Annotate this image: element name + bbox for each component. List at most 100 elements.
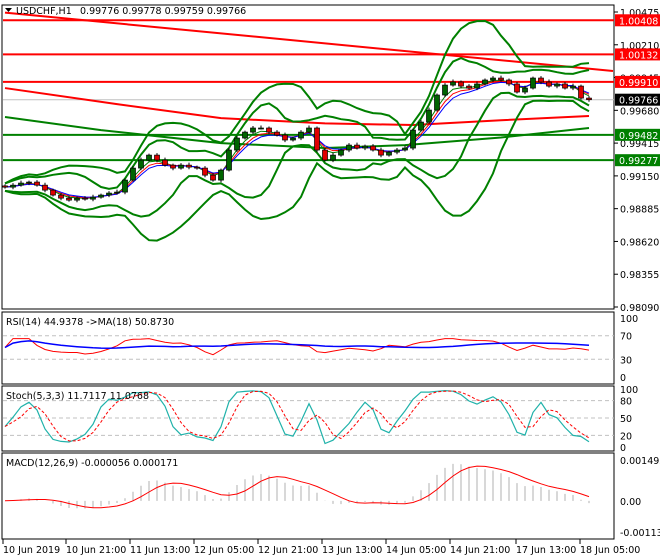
support-price-label: 0.99277 [619,156,658,167]
candle-body [306,127,312,133]
candle-body [122,179,128,193]
time-label: 12 Jun 21:00 [258,545,318,556]
rsi-tick-label: 30 [620,355,632,366]
candle-body [538,77,544,83]
time-label: 14 Jun 05:00 [386,545,446,556]
candle-body [402,147,408,151]
dropdown-triangle-icon[interactable] [5,8,12,12]
resistance-price-label: 1.00408 [619,16,658,27]
candle-body [50,189,56,196]
candle-body [98,194,104,198]
rsi-tick-label: 70 [620,332,632,343]
main-panel-frame [1,4,615,310]
time-label: 13 Jun 13:00 [322,545,382,556]
candle-body [506,79,512,85]
candle-body [330,154,336,161]
candle-body [146,154,152,161]
price-tick-label: 0.99150 [620,172,659,183]
candle-body [458,81,464,87]
time-label: 10 Jun 21:00 [66,545,126,556]
candle [570,83,576,91]
candle [178,163,184,170]
candle-body [186,164,192,168]
stoch-tick-label: 80 [620,397,632,408]
stoch-tick-label: 20 [620,431,632,442]
macd-tick-label: 0.001492 [620,456,660,467]
price-tick-label: 0.98090 [620,303,659,314]
candle [242,130,248,140]
candle-body [42,184,48,191]
candle [90,194,96,202]
candle [34,180,40,187]
candle [186,162,192,170]
candle-body [378,149,384,156]
candle [50,188,56,197]
candle-body [394,149,400,153]
candle [106,191,112,198]
candle-body [194,166,200,169]
candle [378,147,384,158]
time-label: 10 Jun 2019 [3,545,60,556]
candle [482,78,488,86]
candle [338,148,344,157]
rsi-label: RSI(14) 44.9378 ->MA(18) 50.8730 [6,317,174,328]
candle [346,143,352,153]
macd-label: MACD(12,26,9) -0.000056 0.000171 [6,458,178,469]
stoch-tick-label: 0 [620,443,626,454]
candle-body [10,184,16,188]
candle-body [58,194,64,199]
rsi-tick-label: 0 [620,373,626,384]
candles [2,75,592,203]
candle-body [338,149,344,156]
candle-body [514,83,520,93]
candle [226,148,232,172]
candle [434,93,440,112]
candle-body [170,164,176,169]
candle-body [474,83,480,89]
candle-body [386,151,392,156]
candle-body [410,129,416,149]
candle-body [490,77,496,81]
price-tick-label: 0.99680 [620,106,659,117]
candle-body [266,127,272,133]
candle-body [530,77,536,89]
candle [362,144,368,151]
candle-body [426,109,432,123]
candle-body [18,182,24,186]
candle [442,83,448,98]
candle-body [250,127,256,133]
support-price-label: 0.99482 [619,131,658,142]
candle [258,125,264,130]
candle-body [314,127,320,151]
candle [554,82,560,89]
macd-tick-label: 0.00 [620,497,641,508]
candle [42,182,48,193]
candle [98,193,104,199]
price-tick-label: 0.98885 [620,205,659,216]
ohlc-values: 0.99776 0.99778 0.99759 0.99766 [80,6,246,17]
candle [10,183,16,190]
candle-body [234,137,240,151]
candle [234,135,240,153]
candle [586,96,592,102]
candle-body [586,97,592,101]
time-label: 12 Jun 05:00 [194,545,254,556]
candle [562,82,568,90]
indicators [3,335,614,509]
candle-body [434,94,440,111]
candle-body [562,83,568,89]
candle-body [74,197,80,201]
candle [546,79,552,88]
candle-body [546,81,552,87]
candle [146,153,152,162]
candle-body [114,191,120,194]
candle-body [210,174,216,181]
time-label: 18 Jun 05:00 [580,545,640,556]
candle-body [522,87,528,93]
candle-body [370,145,376,151]
candle-body [162,159,168,166]
resistance-price-label: 1.00132 [619,50,658,61]
candle-body [26,181,32,184]
trading-chart[interactable]: 1.004751.002100.999450.996800.994150.991… [0,0,660,560]
chart-header: USDCHF,H1 0.99776 0.99778 0.99759 0.9976… [5,6,246,17]
